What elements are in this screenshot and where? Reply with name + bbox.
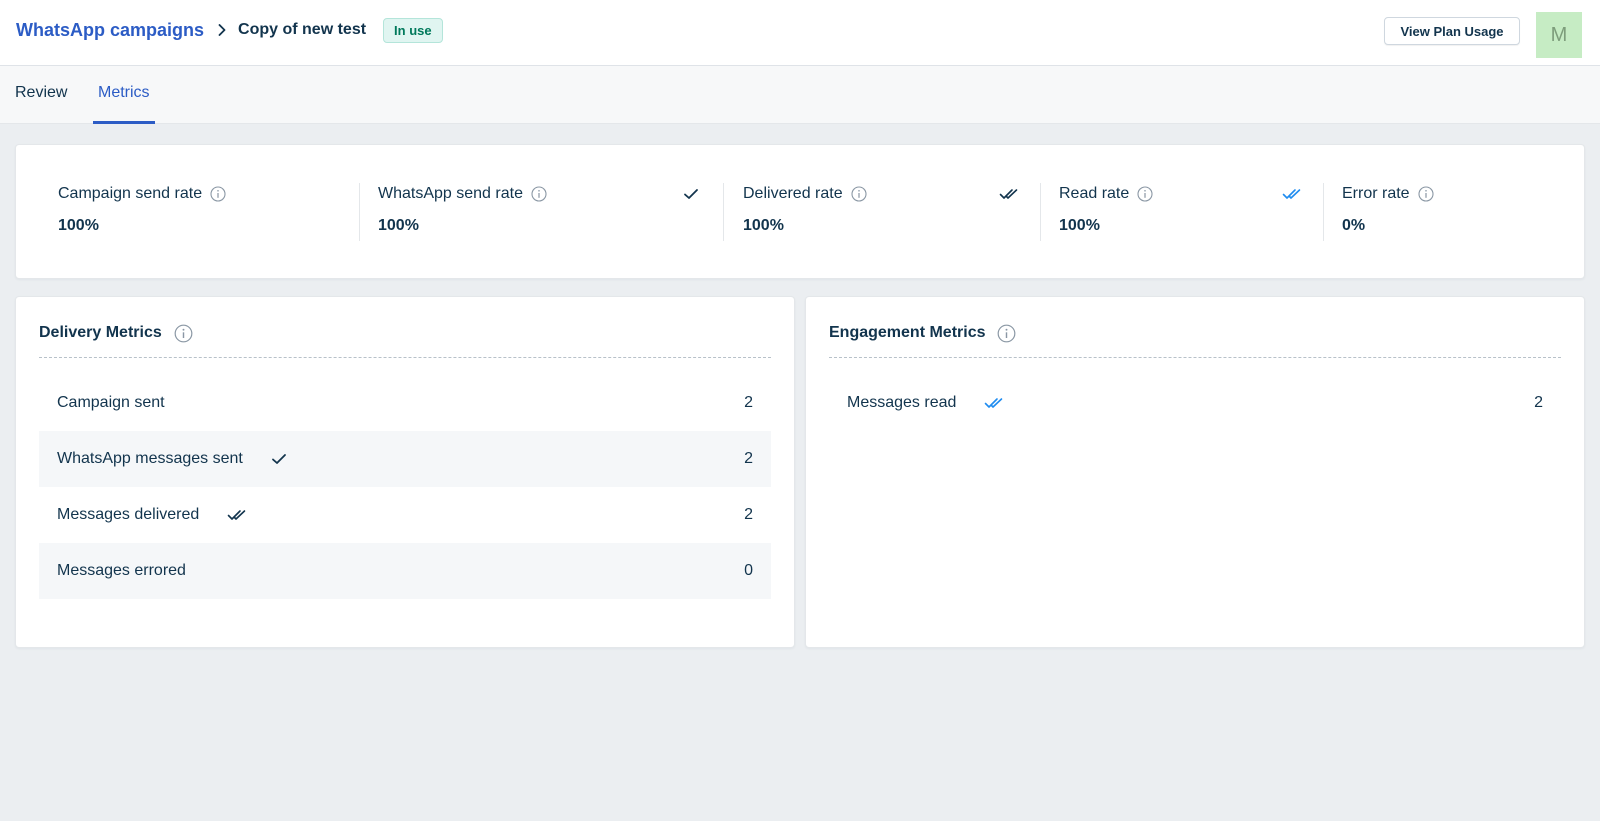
list-item: Messages delivered 2 xyxy=(39,487,771,543)
rate-value: 0% xyxy=(1342,217,1366,234)
list-item: Messages read 2 xyxy=(829,375,1561,431)
campaign-send-rate: Campaign send rate 100% xyxy=(58,183,226,241)
row-label: Messages read xyxy=(847,394,957,411)
row-value: 2 xyxy=(744,394,753,411)
divider xyxy=(723,183,724,241)
breadcrumb: WhatsApp campaigns Copy of new test In u… xyxy=(16,17,443,43)
engagement-metrics-card: Engagement Metrics Messages read 2 xyxy=(805,296,1585,648)
list-item: WhatsApp messages sent 2 xyxy=(39,431,771,487)
rate-value: 100% xyxy=(58,217,99,234)
double-check-blue-icon xyxy=(1282,187,1302,205)
info-icon[interactable] xyxy=(210,186,226,202)
tab-review[interactable]: Review xyxy=(15,66,67,124)
rate-value: 100% xyxy=(743,217,784,234)
info-icon[interactable] xyxy=(531,186,547,202)
card-title: Engagement Metrics xyxy=(829,324,986,341)
view-plan-usage-button[interactable]: View Plan Usage xyxy=(1384,17,1520,45)
list-item: Messages errored 0 xyxy=(39,543,771,599)
breadcrumb-whatsapp-campaigns-link[interactable]: WhatsApp campaigns xyxy=(16,20,204,41)
top-bar: WhatsApp campaigns Copy of new test In u… xyxy=(0,0,1600,66)
tab-metrics[interactable]: Metrics xyxy=(93,66,155,124)
delivery-metrics-card: Delivery Metrics Campaign sent 2 WhatsAp… xyxy=(15,296,795,648)
divider xyxy=(829,357,1561,358)
divider xyxy=(39,357,771,358)
single-check-icon xyxy=(271,453,287,465)
tab-bar: Review Metrics xyxy=(0,66,1600,124)
rate-label: Campaign send rate xyxy=(58,185,203,202)
row-label: Messages errored xyxy=(57,562,186,579)
delivery-metrics-list: Campaign sent 2 WhatsApp messages sent 2… xyxy=(39,375,771,599)
info-icon[interactable] xyxy=(851,186,867,202)
whatsapp-send-rate: WhatsApp send rate 100% xyxy=(378,183,547,241)
error-rate: Error rate 0% xyxy=(1342,183,1434,241)
row-value: 2 xyxy=(744,450,753,467)
read-rate: Read rate 100% xyxy=(1059,183,1153,241)
rate-label: Error rate xyxy=(1342,185,1410,202)
row-value: 0 xyxy=(744,562,753,579)
rate-label: WhatsApp send rate xyxy=(378,185,523,202)
rate-label: Delivered rate xyxy=(743,185,843,202)
info-icon[interactable] xyxy=(174,324,193,343)
row-value: 2 xyxy=(1534,394,1543,411)
double-check-blue-icon xyxy=(984,397,1004,409)
status-badge: In use xyxy=(383,17,443,43)
rate-value: 100% xyxy=(1059,217,1100,234)
single-check-icon xyxy=(683,187,699,205)
divider xyxy=(359,183,360,241)
info-icon[interactable] xyxy=(1418,186,1434,202)
double-check-icon xyxy=(227,509,247,521)
row-value: 2 xyxy=(744,506,753,523)
card-title: Delivery Metrics xyxy=(39,324,162,341)
info-icon[interactable] xyxy=(1137,186,1153,202)
page-title: Copy of new test xyxy=(238,21,367,38)
delivered-rate: Delivered rate 100% xyxy=(743,183,867,241)
chevron-right-icon xyxy=(218,24,226,36)
rates-summary-card: Campaign send rate 100% WhatsApp send ra… xyxy=(15,144,1585,279)
list-item: Campaign sent 2 xyxy=(39,375,771,431)
row-label: Campaign sent xyxy=(57,394,165,411)
divider xyxy=(1323,183,1324,241)
row-label: WhatsApp messages sent xyxy=(57,450,243,467)
row-label: Messages delivered xyxy=(57,506,200,523)
engagement-metrics-list: Messages read 2 xyxy=(829,375,1561,431)
divider xyxy=(1040,183,1041,241)
rate-value: 100% xyxy=(378,217,419,234)
rate-label: Read rate xyxy=(1059,185,1130,202)
double-check-icon xyxy=(999,187,1019,205)
info-icon[interactable] xyxy=(997,324,1016,343)
avatar[interactable]: M xyxy=(1536,12,1582,58)
